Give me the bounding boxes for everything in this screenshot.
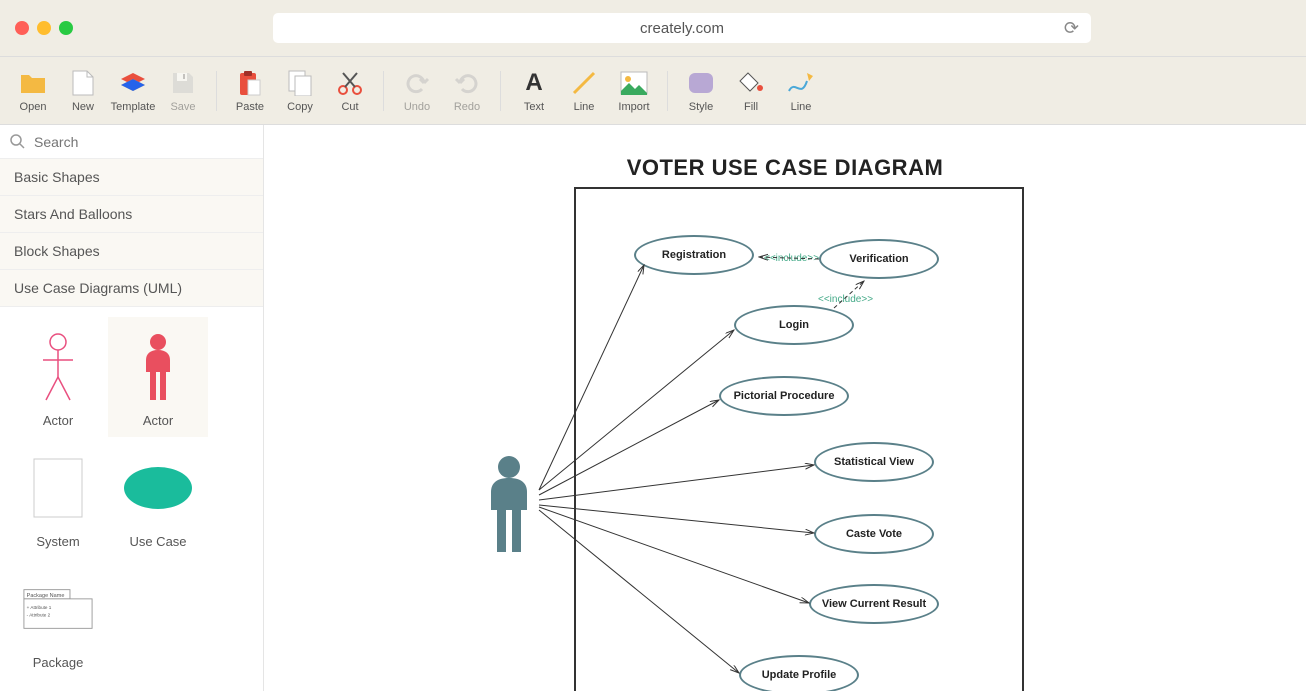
diagram-title[interactable]: VOTER USE CASE DIAGRAM [627,155,944,181]
fill-button[interactable]: Fill [726,61,776,121]
toolbar: Open New Template Save Paste Copy C [0,57,1306,125]
usecase-viewresult[interactable]: View Current Result [809,584,939,624]
separator [667,71,668,111]
usecase-pictorial[interactable]: Pictorial Procedure [719,376,849,416]
maximize-window-button[interactable] [59,21,73,35]
url-text: creately.com [640,20,724,37]
usecase-icon [123,448,193,528]
text-icon: A [520,69,548,97]
undo-button[interactable]: Undo [392,61,442,121]
shape-actor-solid[interactable]: Actor [108,317,208,437]
cut-button[interactable]: Cut [325,61,375,121]
shape-system[interactable]: System [8,438,108,558]
usecase-statistical[interactable]: Statistical View [814,442,934,482]
category-block-shapes[interactable]: Block Shapes [0,233,263,270]
folder-icon [19,69,47,97]
system-icon [23,448,93,528]
category-basic-shapes[interactable]: Basic Shapes [0,159,263,196]
search-icon [10,134,26,150]
shapes-panel: Actor Actor System Use Case [0,307,263,691]
copy-button[interactable]: Copy [275,61,325,121]
open-button[interactable]: Open [8,61,58,121]
redo-icon [453,69,481,97]
package-icon: Package Name + Attribute 1 - Attribute 2 [23,569,93,649]
new-doc-icon [69,69,97,97]
redo-button[interactable]: Redo [442,61,492,121]
include-label-1: <<include>> [764,253,819,264]
template-icon [119,69,147,97]
template-button[interactable]: Template [108,61,158,121]
line-style-icon [787,69,815,97]
category-usecase-uml[interactable]: Use Case Diagrams (UML) [0,270,263,307]
category-stars-balloons[interactable]: Stars And Balloons [0,196,263,233]
sidebar: Basic Shapes Stars And Balloons Block Sh… [0,125,264,691]
style-button[interactable]: Style [676,61,726,121]
paste-button[interactable]: Paste [225,61,275,121]
svg-text:+ Attribute 1: + Attribute 1 [27,605,52,610]
line-button[interactable]: Line [559,61,609,121]
cut-icon [336,69,364,97]
line-style-button[interactable]: Line [776,61,826,121]
save-button[interactable]: Save [158,61,208,121]
svg-text:- Attribute 2: - Attribute 2 [27,613,51,618]
include-label-2: <<include>> [818,294,873,305]
search-row [0,125,263,159]
browser-chrome: creately.com ⟳ [0,0,1306,57]
line-icon [570,69,598,97]
fill-icon [737,69,765,97]
separator [216,71,217,111]
shape-actor-stick[interactable]: Actor [8,317,108,437]
import-button[interactable]: Import [609,61,659,121]
reload-icon[interactable]: ⟳ [1064,18,1079,39]
usecase-registration[interactable]: Registration [634,235,754,275]
minimize-window-button[interactable] [37,21,51,35]
svg-text:Package Name: Package Name [27,593,65,599]
usecase-verification[interactable]: Verification [819,239,939,279]
actor-voter[interactable] [479,455,539,560]
close-window-button[interactable] [15,21,29,35]
window-controls [15,21,73,35]
canvas[interactable]: VOTER USE CASE DIAGRAM Registration Veri… [264,125,1306,691]
undo-icon [403,69,431,97]
style-icon [687,69,715,97]
actor-stick-icon [23,327,93,407]
separator [383,71,384,111]
actor-solid-icon [123,327,193,407]
shape-package[interactable]: Package Name + Attribute 1 - Attribute 2 P… [8,560,108,680]
usecase-update[interactable]: Update Profile [739,655,859,691]
save-icon [169,69,197,97]
paste-icon [236,69,264,97]
url-bar[interactable]: creately.com ⟳ [273,13,1091,43]
search-input[interactable] [34,134,253,150]
usecase-caste[interactable]: Caste Vote [814,514,934,554]
new-button[interactable]: New [58,61,108,121]
usecase-login[interactable]: Login [734,305,854,345]
text-button[interactable]: A Text [509,61,559,121]
separator [500,71,501,111]
import-icon [620,69,648,97]
copy-icon [286,69,314,97]
shape-usecase[interactable]: Use Case [108,438,208,558]
main-area: Basic Shapes Stars And Balloons Block Sh… [0,125,1306,691]
